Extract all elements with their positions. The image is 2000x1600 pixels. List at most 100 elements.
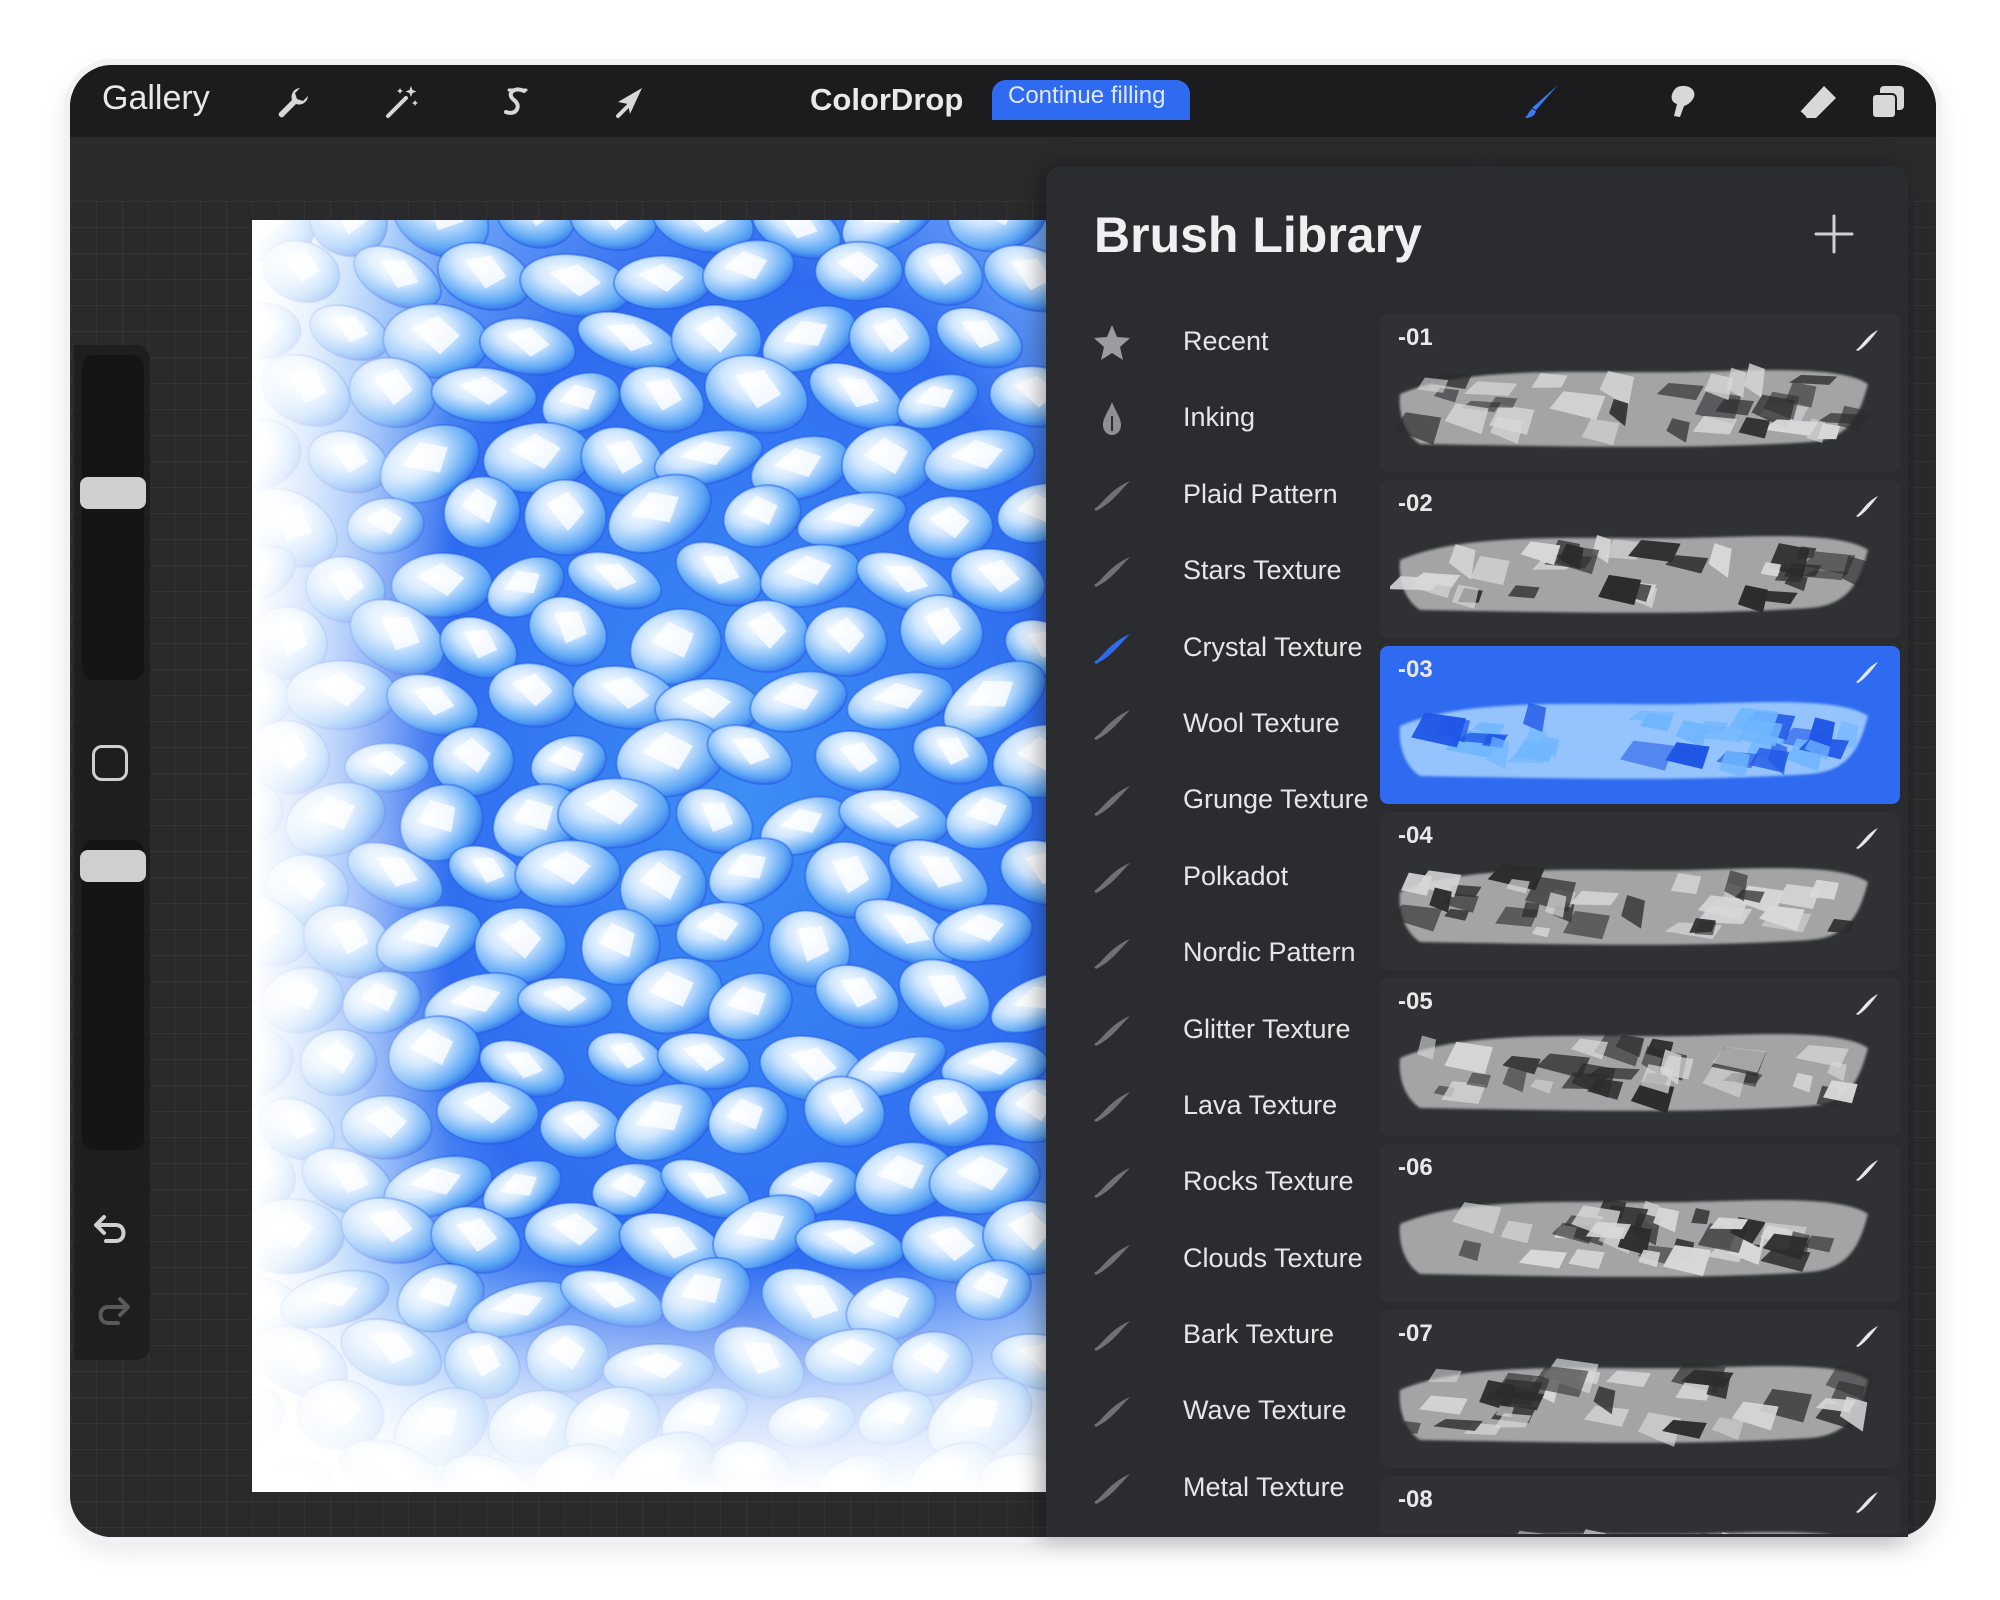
undo-button[interactable] <box>88 1203 136 1251</box>
add-brush-button[interactable] <box>1812 212 1856 256</box>
brush-stroke-icon <box>1090 1010 1134 1050</box>
undo-icon <box>94 1215 126 1243</box>
layers-button[interactable] <box>1856 75 1920 129</box>
brush-item[interactable]: -07 <box>1380 1310 1900 1468</box>
star-icon <box>1090 322 1134 362</box>
plus-icon <box>1814 214 1854 254</box>
brush-stroke-icon <box>1854 494 1880 518</box>
brush-stroke-icon <box>1854 1490 1880 1514</box>
brush-set-label: Bark Texture <box>1183 1319 1335 1350</box>
brush-stroke-icon <box>1854 660 1880 684</box>
brush-name: -08 <box>1398 1486 1433 1513</box>
brush-item[interactable]: -08 <box>1380 1476 1900 1534</box>
brush-set-label: Recent <box>1183 326 1269 356</box>
brush-set-label: Stars Texture <box>1183 555 1342 586</box>
brush-set-label: Glitter Texture <box>1183 1013 1351 1044</box>
brush-name: -05 <box>1398 988 1433 1015</box>
brush-library-title: Brush Library <box>1094 207 1422 263</box>
brush-name: -04 <box>1398 822 1433 849</box>
brush-set-label: Metal Texture <box>1183 1471 1345 1502</box>
brush-stroke-icon <box>1090 933 1134 973</box>
brush-item[interactable]: -02 <box>1380 480 1900 638</box>
transform-button[interactable] <box>598 75 662 129</box>
colordrop-title: ColorDrop <box>810 82 964 117</box>
brush-set-label: Lava Texture <box>1183 1089 1338 1120</box>
smudge-tool-button[interactable] <box>1648 75 1712 129</box>
brush-stroke-preview <box>1390 1350 1875 1450</box>
left-sidebar <box>74 345 150 1360</box>
gallery-button[interactable]: Gallery <box>102 79 210 118</box>
brush-set-label: Plaid Pattern <box>1183 478 1338 509</box>
brush-size-thumb[interactable] <box>80 477 146 509</box>
layers-icon <box>1871 86 1904 119</box>
brush-stroke-preview <box>1390 1018 1875 1118</box>
square-modifier-icon[interactable] <box>92 745 128 781</box>
brush-stroke-icon <box>1090 551 1134 591</box>
brush-stroke-preview <box>1390 686 1875 786</box>
brush-stroke-icon <box>1090 1315 1134 1355</box>
brush-item[interactable]: -04 <box>1380 812 1900 970</box>
brush-stroke-icon <box>1090 628 1134 668</box>
brush-icon <box>1525 85 1558 118</box>
brush-stroke-preview <box>1389 852 1875 952</box>
brush-set-label: Rocks Texture <box>1183 1166 1354 1197</box>
adjustments-button[interactable] <box>370 75 434 129</box>
brush-stroke-icon <box>1854 1158 1880 1182</box>
brush-stroke-icon <box>1090 704 1134 744</box>
brush-set-label: Grunge Texture <box>1183 784 1369 815</box>
brush-stroke-icon <box>1090 1468 1134 1508</box>
brush-stroke-preview <box>1390 1516 1875 1534</box>
ink-drop-icon <box>1090 398 1134 438</box>
brush-name: -03 <box>1398 656 1433 683</box>
brush-stroke-icon <box>1090 475 1134 515</box>
brush-set-label: Clouds Texture <box>1183 1242 1363 1273</box>
brush-stroke-icon <box>1854 328 1880 352</box>
brush-name: -06 <box>1398 1154 1433 1181</box>
brush-opacity-thumb[interactable] <box>80 850 146 882</box>
erase-tool-button[interactable] <box>1786 75 1850 129</box>
brush-item[interactable]: -03 <box>1380 646 1900 804</box>
brush-item[interactable]: -06 <box>1380 1144 1900 1302</box>
drawing-canvas[interactable] <box>252 220 1046 1492</box>
brush-set-label: Polkadot <box>1183 860 1289 891</box>
brush-set-label: Wave Texture <box>1183 1395 1347 1426</box>
paint-tool-button[interactable] <box>1510 75 1574 129</box>
brush-stroke-icon <box>1090 1162 1134 1202</box>
brush-set-label: Inking <box>1183 402 1256 433</box>
brush-name: -07 <box>1398 1320 1433 1347</box>
continue-filling-button[interactable]: Continue filling <box>992 80 1190 120</box>
selection-s-icon <box>504 87 528 115</box>
brush-stroke-icon <box>1090 857 1134 897</box>
brush-stroke-icon <box>1854 826 1880 850</box>
brush-stroke-icon <box>1090 780 1134 820</box>
crystal-artwork <box>252 220 1046 1492</box>
redo-icon <box>98 1297 130 1325</box>
brush-set-label: Wool Texture <box>1183 707 1340 738</box>
magic-wand-icon <box>386 86 418 118</box>
brush-name: -02 <box>1398 490 1433 517</box>
brush-name: -01 <box>1398 324 1433 351</box>
smudge-finger-icon <box>1671 85 1695 117</box>
brush-stroke-preview <box>1390 354 1875 454</box>
brushes-list: -01 -02 -03 -04 -05 -06 -07 -08 <box>1380 314 1900 1534</box>
brush-set-label: Nordic Pattern <box>1183 937 1356 968</box>
brush-stroke-preview <box>1390 1184 1875 1284</box>
selection-button[interactable] <box>484 75 548 129</box>
brush-size-slider[interactable] <box>82 355 144 680</box>
brush-stroke-icon <box>1090 1086 1134 1126</box>
brush-stroke-icon <box>1854 1324 1880 1348</box>
brush-stroke-icon <box>1854 992 1880 1016</box>
brush-item[interactable]: -05 <box>1380 978 1900 1136</box>
actions-button[interactable] <box>260 75 324 129</box>
brush-stroke-icon <box>1090 1239 1134 1279</box>
brush-opacity-slider[interactable] <box>82 840 144 1150</box>
brush-stroke-preview <box>1387 520 1875 620</box>
wrench-icon <box>278 88 308 118</box>
brush-set-label: Crystal Texture <box>1183 631 1363 662</box>
arrow-cursor-icon <box>616 88 642 118</box>
brush-item[interactable]: -01 <box>1380 314 1900 472</box>
redo-button[interactable] <box>88 1285 136 1333</box>
brush-stroke-icon <box>1090 1391 1134 1431</box>
eraser-icon <box>1799 86 1836 119</box>
layers-tool-button[interactable] <box>1924 75 1936 129</box>
